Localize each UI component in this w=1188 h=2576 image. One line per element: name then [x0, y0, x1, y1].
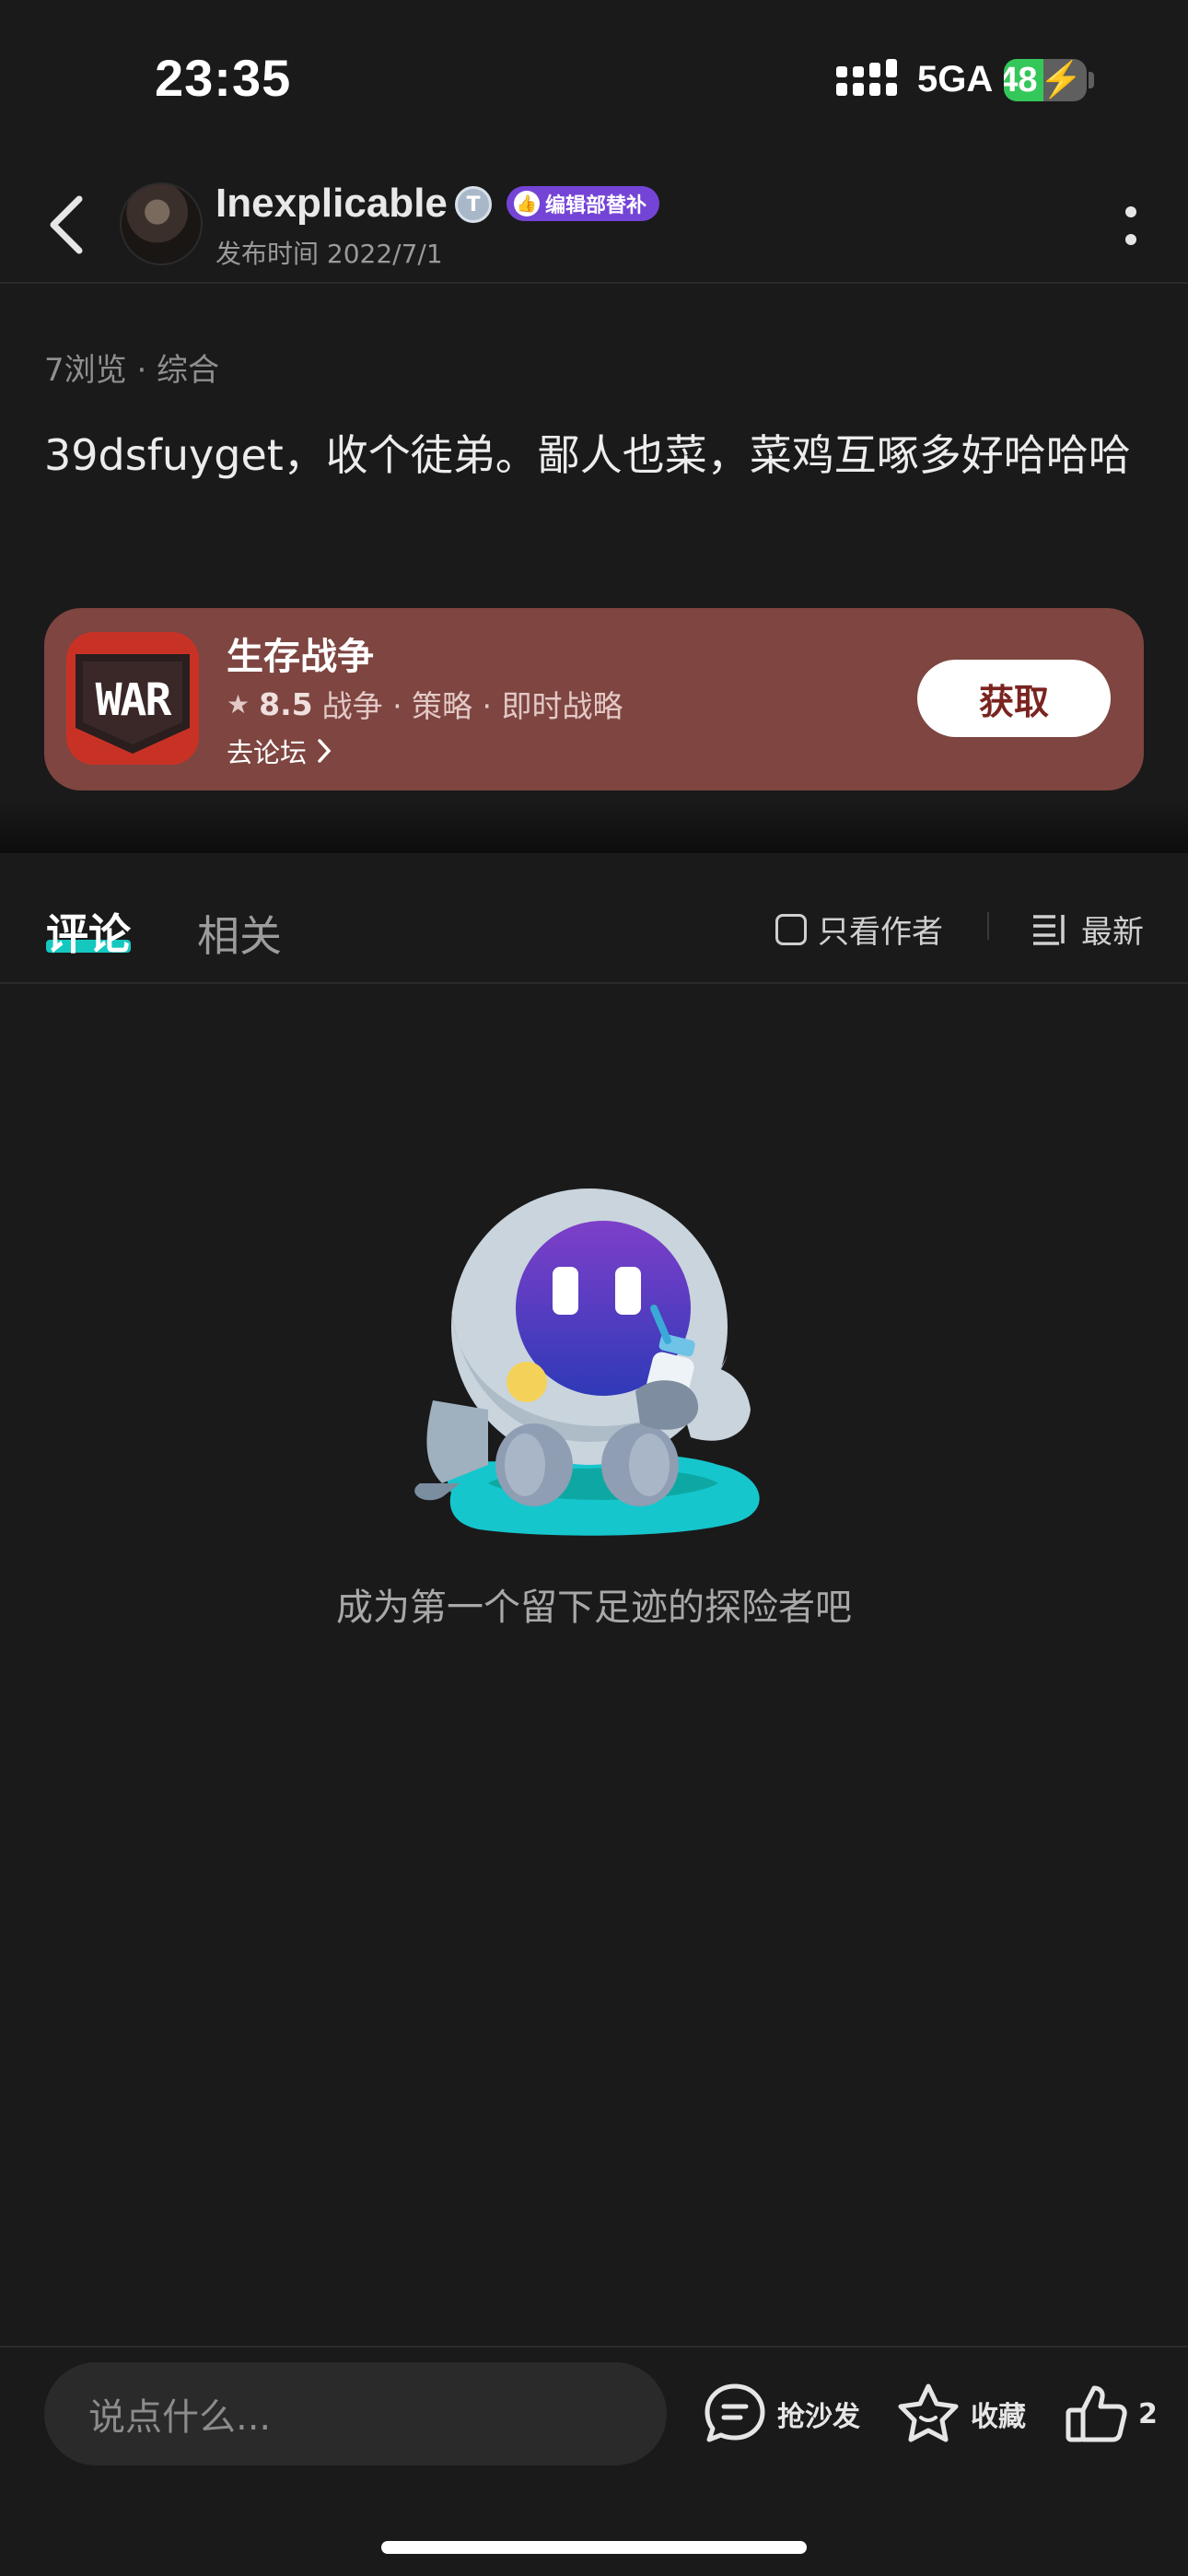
tabs-divider — [0, 982, 1188, 984]
home-indicator — [381, 2541, 807, 2554]
comment-bubble-icon — [705, 2383, 765, 2442]
level-badge: T — [455, 186, 492, 223]
empty-state-text: 成为第一个留下足迹的探险者吧 — [336, 1587, 852, 1629]
author-only-toggle[interactable]: 只看作者 — [775, 907, 943, 952]
sofa-label: 抢沙发 — [777, 2401, 860, 2433]
more-options-button[interactable] — [1114, 203, 1147, 251]
favorite-button[interactable]: 收藏 — [895, 2381, 1026, 2447]
thumbs-up-icon — [1066, 2385, 1127, 2442]
forum-link[interactable]: 去论坛 — [227, 732, 332, 770]
filter-separator — [987, 912, 989, 940]
role-badge: 👍 编辑部替补 — [507, 186, 660, 221]
star-icon: ★ — [227, 688, 250, 720]
publish-time: 发布时间 2022/7/1 — [215, 239, 443, 269]
chevron-right-icon — [318, 739, 332, 763]
post-meta: 7浏览 · 综合 — [44, 352, 220, 389]
tab-comments[interactable]: 评论 — [46, 901, 131, 962]
back-button[interactable] — [39, 190, 94, 260]
like-count: 2 — [1138, 2397, 1158, 2430]
checkbox-icon — [775, 913, 807, 945]
charging-icon: ⚡ — [1039, 61, 1083, 100]
game-icon-text: WAR — [96, 674, 172, 726]
sofa-button[interactable]: 抢沙发 — [702, 2381, 860, 2447]
battery-cap — [1089, 72, 1094, 88]
battery-indicator: 48 ⚡ — [1004, 59, 1087, 101]
battery-level: 48 — [1004, 60, 1038, 100]
like-button[interactable]: 2 — [1063, 2381, 1158, 2447]
astronaut-mascot-illustration — [414, 1188, 760, 1536]
thumbs-up-icon: 👍 — [514, 191, 540, 217]
game-rating: 8.5 — [259, 685, 313, 722]
role-badge-label: 编辑部替补 — [545, 194, 647, 217]
get-button[interactable]: 获取 — [917, 660, 1111, 737]
avatar[interactable] — [120, 182, 203, 265]
tab-related[interactable]: 相关 — [197, 903, 282, 964]
comment-input[interactable]: 说点什么... — [44, 2362, 667, 2465]
post-content: 39dsfuyget，收个徒弟。鄙人也菜，菜鸡互啄多好哈哈哈 — [44, 430, 1131, 480]
sort-icon — [1033, 914, 1065, 945]
game-icon: WAR — [66, 632, 199, 765]
sort-button[interactable]: 最新 — [1031, 907, 1144, 952]
game-rating-row: ★ 8.5 战争 · 策略 · 即时战略 — [227, 682, 623, 726]
game-tags: 战争 · 策略 · 即时战略 — [321, 688, 623, 724]
favorite-label: 收藏 — [971, 2401, 1026, 2433]
forum-link-label: 去论坛 — [227, 737, 308, 768]
sort-label: 最新 — [1081, 914, 1144, 951]
header-divider — [0, 282, 1188, 284]
game-name: 生存战争 — [227, 636, 374, 678]
network-type: 5GA — [917, 59, 994, 100]
author-only-label: 只看作者 — [818, 914, 943, 951]
section-separator — [0, 802, 1188, 853]
status-time: 23:35 — [155, 49, 292, 107]
author-name[interactable]: Inexplicable — [215, 181, 448, 227]
bottom-bar-divider — [0, 2346, 1188, 2348]
star-outline-icon — [898, 2383, 959, 2442]
signal-icon — [836, 59, 897, 96]
